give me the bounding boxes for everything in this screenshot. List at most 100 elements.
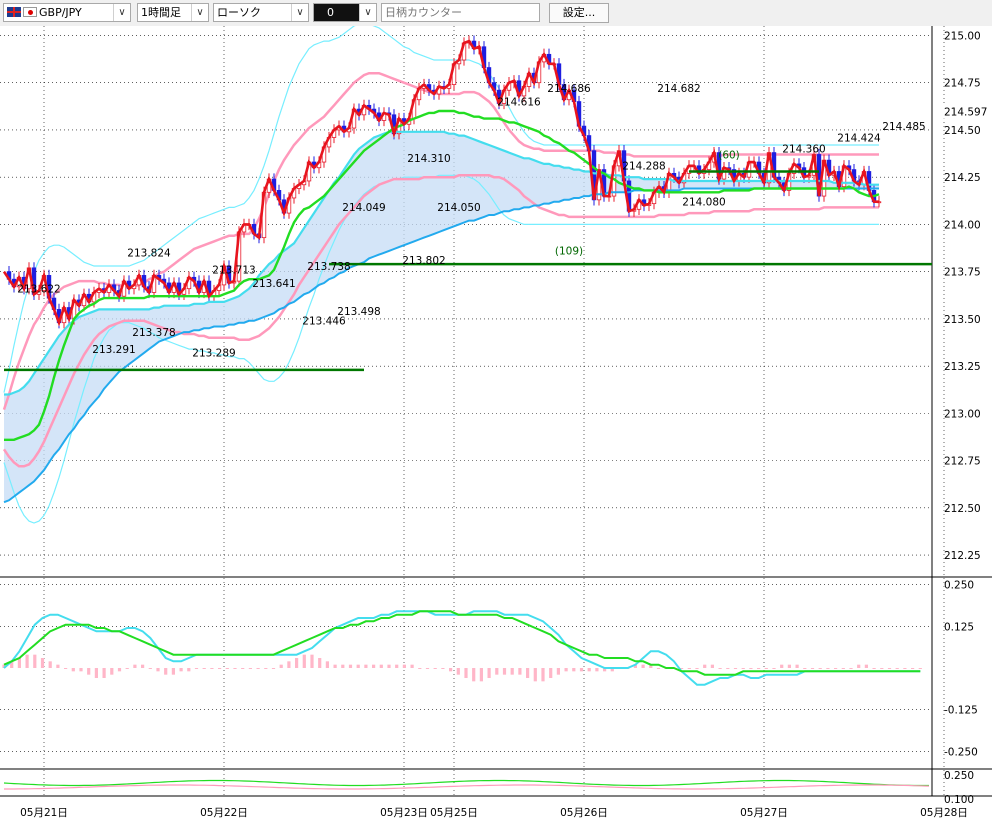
macd-bar <box>87 668 91 675</box>
macd-bar <box>117 668 122 672</box>
date-axis-tick: 05月28日 <box>920 807 968 819</box>
macd-bar <box>887 668 892 669</box>
chevron-down-icon[interactable]: ∨ <box>113 4 130 21</box>
macd-line <box>3 610 921 686</box>
macd-bar <box>795 664 799 668</box>
macd-bar <box>826 668 830 669</box>
macd-bar <box>595 668 599 672</box>
macd-bar <box>579 668 584 672</box>
macd-bar <box>102 668 106 678</box>
current-price-label: 214.597 <box>944 107 987 119</box>
macd-bar <box>356 664 360 668</box>
macd-bar <box>25 654 29 668</box>
price-label: 213.738 <box>307 261 350 273</box>
price-label: 214.360 <box>782 144 825 156</box>
price-label: 214.050 <box>437 202 480 214</box>
bollinger-bands <box>2 26 879 524</box>
macd-bar <box>502 668 507 675</box>
macd-bar <box>749 668 753 669</box>
macd-bar <box>364 664 368 668</box>
chevron-down-icon[interactable]: ∨ <box>291 4 308 21</box>
chevron-down-icon[interactable]: ∨ <box>191 4 208 21</box>
macd-bar <box>418 668 422 669</box>
price-label: 214.485 <box>882 121 925 133</box>
macd-bar <box>248 668 252 669</box>
price-label: 213.802 <box>402 255 445 267</box>
macd-bar <box>687 668 691 669</box>
cloud-band <box>4 131 879 503</box>
price-label: 214.288 <box>622 161 665 173</box>
macd-bar <box>911 668 915 669</box>
symbol-select[interactable]: GBP/JPY ∨ <box>3 3 131 22</box>
macd-bar <box>741 668 745 669</box>
macd-axis-tick: -0.125 <box>944 705 978 717</box>
macd-bar <box>241 668 245 669</box>
macd-bar <box>395 664 399 668</box>
timeframe-select[interactable]: 1時間足 ∨ <box>137 3 209 22</box>
indicator-preset-select[interactable]: 0 ∨ <box>313 3 377 22</box>
macd-bar <box>71 668 75 672</box>
macd-bar <box>64 668 68 669</box>
macd-bar <box>372 664 376 668</box>
macd-bar <box>125 668 129 669</box>
macd-bar <box>487 668 491 678</box>
price-label: 213.291 <box>92 344 135 356</box>
macd-bar <box>718 668 722 669</box>
macd-bar <box>895 668 899 669</box>
macd-bar <box>141 664 145 668</box>
macd-bar <box>449 668 453 672</box>
settings-button[interactable]: 設定... <box>549 3 609 23</box>
moving-averages <box>2 39 880 504</box>
price-axis-tick: 213.75 <box>944 267 981 279</box>
macd-bar <box>110 668 114 675</box>
macd-bar <box>780 664 784 668</box>
price-chart[interactable]: 213.622 213.291 213.378 213.824 213.713213.6… <box>0 26 992 821</box>
macd-bar <box>218 668 222 669</box>
macd-bar <box>710 664 714 668</box>
japan-flag-icon <box>23 7 37 17</box>
macd-bar <box>510 668 514 675</box>
counter-input[interactable] <box>381 3 540 22</box>
macd-bar <box>410 664 414 668</box>
macd-bar <box>757 668 761 669</box>
macd-bar <box>194 668 199 669</box>
chevron-down-icon[interactable]: ∨ <box>359 4 376 21</box>
macd-bar <box>533 668 537 682</box>
macd-bar <box>526 668 530 678</box>
price-label: 213.641 <box>252 278 295 290</box>
price-label: 214.616 <box>497 96 541 108</box>
chart-style-select[interactable]: ローソク ∨ <box>213 3 309 22</box>
price-label: 213.289 <box>192 348 235 360</box>
macd-bar <box>179 668 183 672</box>
price-axis-tick: 213.00 <box>944 408 981 420</box>
macd-axis-tick: -0.250 <box>944 746 978 758</box>
toolbar: GBP/JPY ∨ 1時間足 ∨ ローソク ∨ 0 ∨ 設定... <box>0 0 992 26</box>
macd-bar <box>456 668 460 675</box>
macd-axis-tick: 0.250 <box>944 580 974 592</box>
macd-bar <box>202 668 206 669</box>
macd-bar <box>271 668 276 669</box>
price-label: 214.080 <box>682 197 725 209</box>
macd-bar <box>256 668 260 669</box>
macd-bar <box>495 668 499 675</box>
price-label: 214.424 <box>837 132 881 144</box>
macd-bar <box>880 668 884 669</box>
date-axis-tick: 05月22日 <box>200 807 248 819</box>
price-label: 213.378 <box>132 327 175 339</box>
price-axis-tick: 213.25 <box>944 361 981 373</box>
macd-bar <box>56 664 60 668</box>
settings-label: 設定... <box>562 6 596 19</box>
macd-bar <box>841 668 845 669</box>
macd-bar <box>479 668 483 682</box>
price-label: 214.310 <box>407 153 450 165</box>
macd-bar <box>564 668 568 672</box>
macd-bar <box>187 668 191 672</box>
date-axis-tick: 05月23日 <box>380 807 428 819</box>
price-axis-tick: 214.75 <box>944 78 981 90</box>
macd-bar <box>803 668 807 669</box>
price-label: 214.049 <box>342 202 385 214</box>
macd-bar <box>441 668 445 669</box>
sub-axis-tick: 0.100 <box>944 794 974 806</box>
macd-bar <box>325 661 329 668</box>
price-label: (60) <box>718 149 740 161</box>
